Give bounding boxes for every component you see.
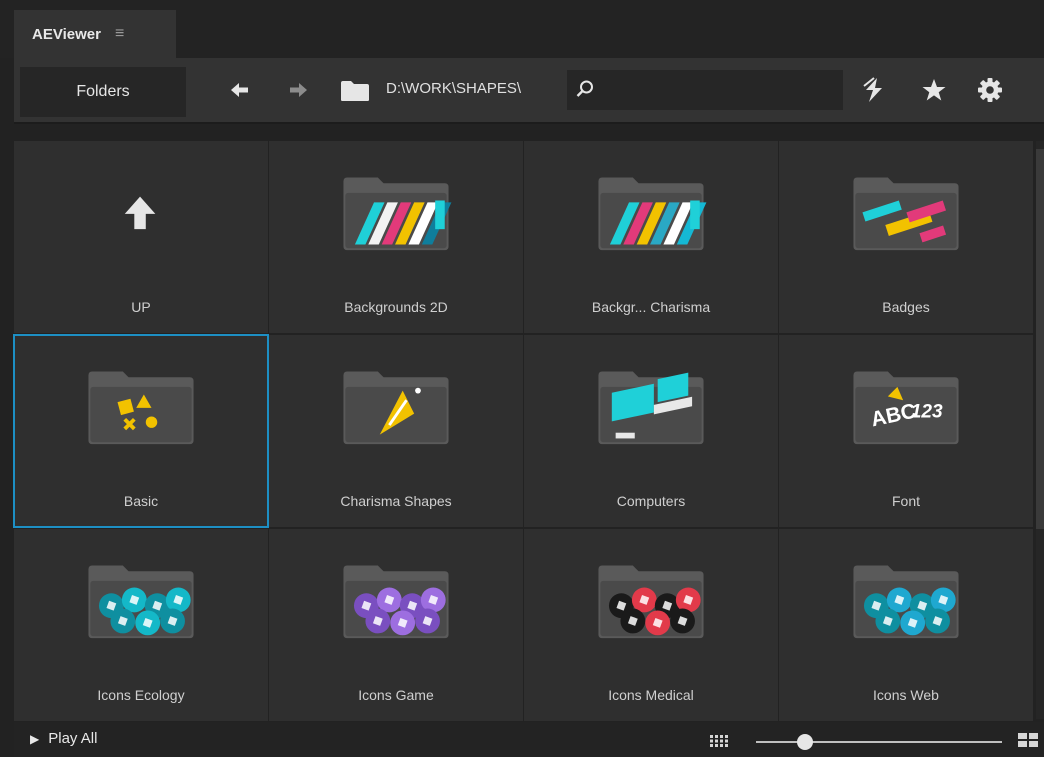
search-icon [576,80,593,97]
folder-tile[interactable]: Backgr... Charisma [524,141,778,333]
scrollbar-thumb[interactable] [1036,149,1044,529]
play-all-label: Play All [48,730,98,747]
folder-thumbnail-icon [88,565,194,639]
folder-thumbnail-icon [853,177,959,251]
zoom-slider[interactable] [756,734,1002,750]
arrow-left-icon[interactable] [228,78,252,102]
play-icon: ▶ [30,731,40,746]
folder-label: Computers [616,493,686,509]
folder-label: UP [131,299,151,315]
sync-icon[interactable] [860,76,888,104]
arrow-up-icon [124,196,156,230]
folder-grid: UP Backgrounds 2D Backgr... Charisma Badges… [13,141,1034,721]
folder-label: Icons Web [873,687,939,703]
folder-thumbnail-icon [853,565,959,639]
search-input[interactable] [567,70,843,110]
folder-thumbnail-icon [598,371,704,445]
zoom-slider-handle[interactable] [797,734,814,750]
folder-tile[interactable]: Computers [524,335,778,527]
small-grid-icon[interactable] [710,734,728,747]
folder-label: Backgr... Charisma [591,299,711,315]
panel-menu-icon[interactable]: ≡ [115,25,124,43]
folder-thumbnail-icon [343,565,449,639]
folder-thumbnail-icon [598,565,704,639]
play-all-button[interactable]: ▶ Play All [30,730,97,747]
toolbar: Folders D:\WORK\SHAPES\ [14,58,1044,124]
star-icon[interactable] [920,76,948,104]
folder-thumbnail-icon [88,371,194,445]
folder-label: Basic [123,493,159,509]
folder-tile-up[interactable]: UP [14,141,268,333]
folder-thumbnail-icon [343,371,449,445]
folder-tile[interactable]: Basic [13,334,269,528]
folder-label: Icons Medical [608,687,694,703]
tab-aeviewer[interactable]: AEViewer ≡ [14,10,176,58]
folder-tile[interactable]: Icons Game [269,529,523,721]
folder-label: Font [891,493,920,509]
folders-button[interactable]: Folders [20,67,186,117]
folder-tile[interactable]: Icons Medical [524,529,778,721]
folder-thumbnail-icon [343,177,452,251]
folder-tile[interactable]: ABC 123 Font [779,335,1033,527]
path-breadcrumb[interactable]: D:\WORK\SHAPES\ [386,80,564,102]
tab-title: AEViewer [32,25,101,43]
folder-tile[interactable]: Backgrounds 2D [269,141,523,333]
svg-text:123: 123 [911,401,943,422]
folder-thumbnail-icon: ABC123 [853,371,959,445]
arrow-right-icon[interactable] [286,78,310,102]
folder-label: Icons Game [358,687,434,703]
folder-icon [340,80,370,102]
bottom-bar: ▶ Play All [14,722,1044,757]
folder-label: Icons Ecology [97,687,185,703]
vertical-scrollbar[interactable] [1036,141,1044,719]
folder-label: Backgrounds 2D [344,299,448,315]
folder-tile[interactable]: Charisma Shapes [269,335,523,527]
folder-label: Charisma Shapes [340,493,452,509]
folder-label: Badges [882,299,930,315]
large-grid-icon[interactable] [1018,733,1038,747]
folder-tile[interactable]: Icons Web [779,529,1033,721]
folder-tile[interactable]: Badges [779,141,1033,333]
gear-icon[interactable] [976,76,1004,104]
folder-thumbnail-icon [598,177,707,251]
tab-bar: AEViewer ≡ [0,0,1044,58]
folder-tile[interactable]: Icons Ecology [14,529,268,721]
